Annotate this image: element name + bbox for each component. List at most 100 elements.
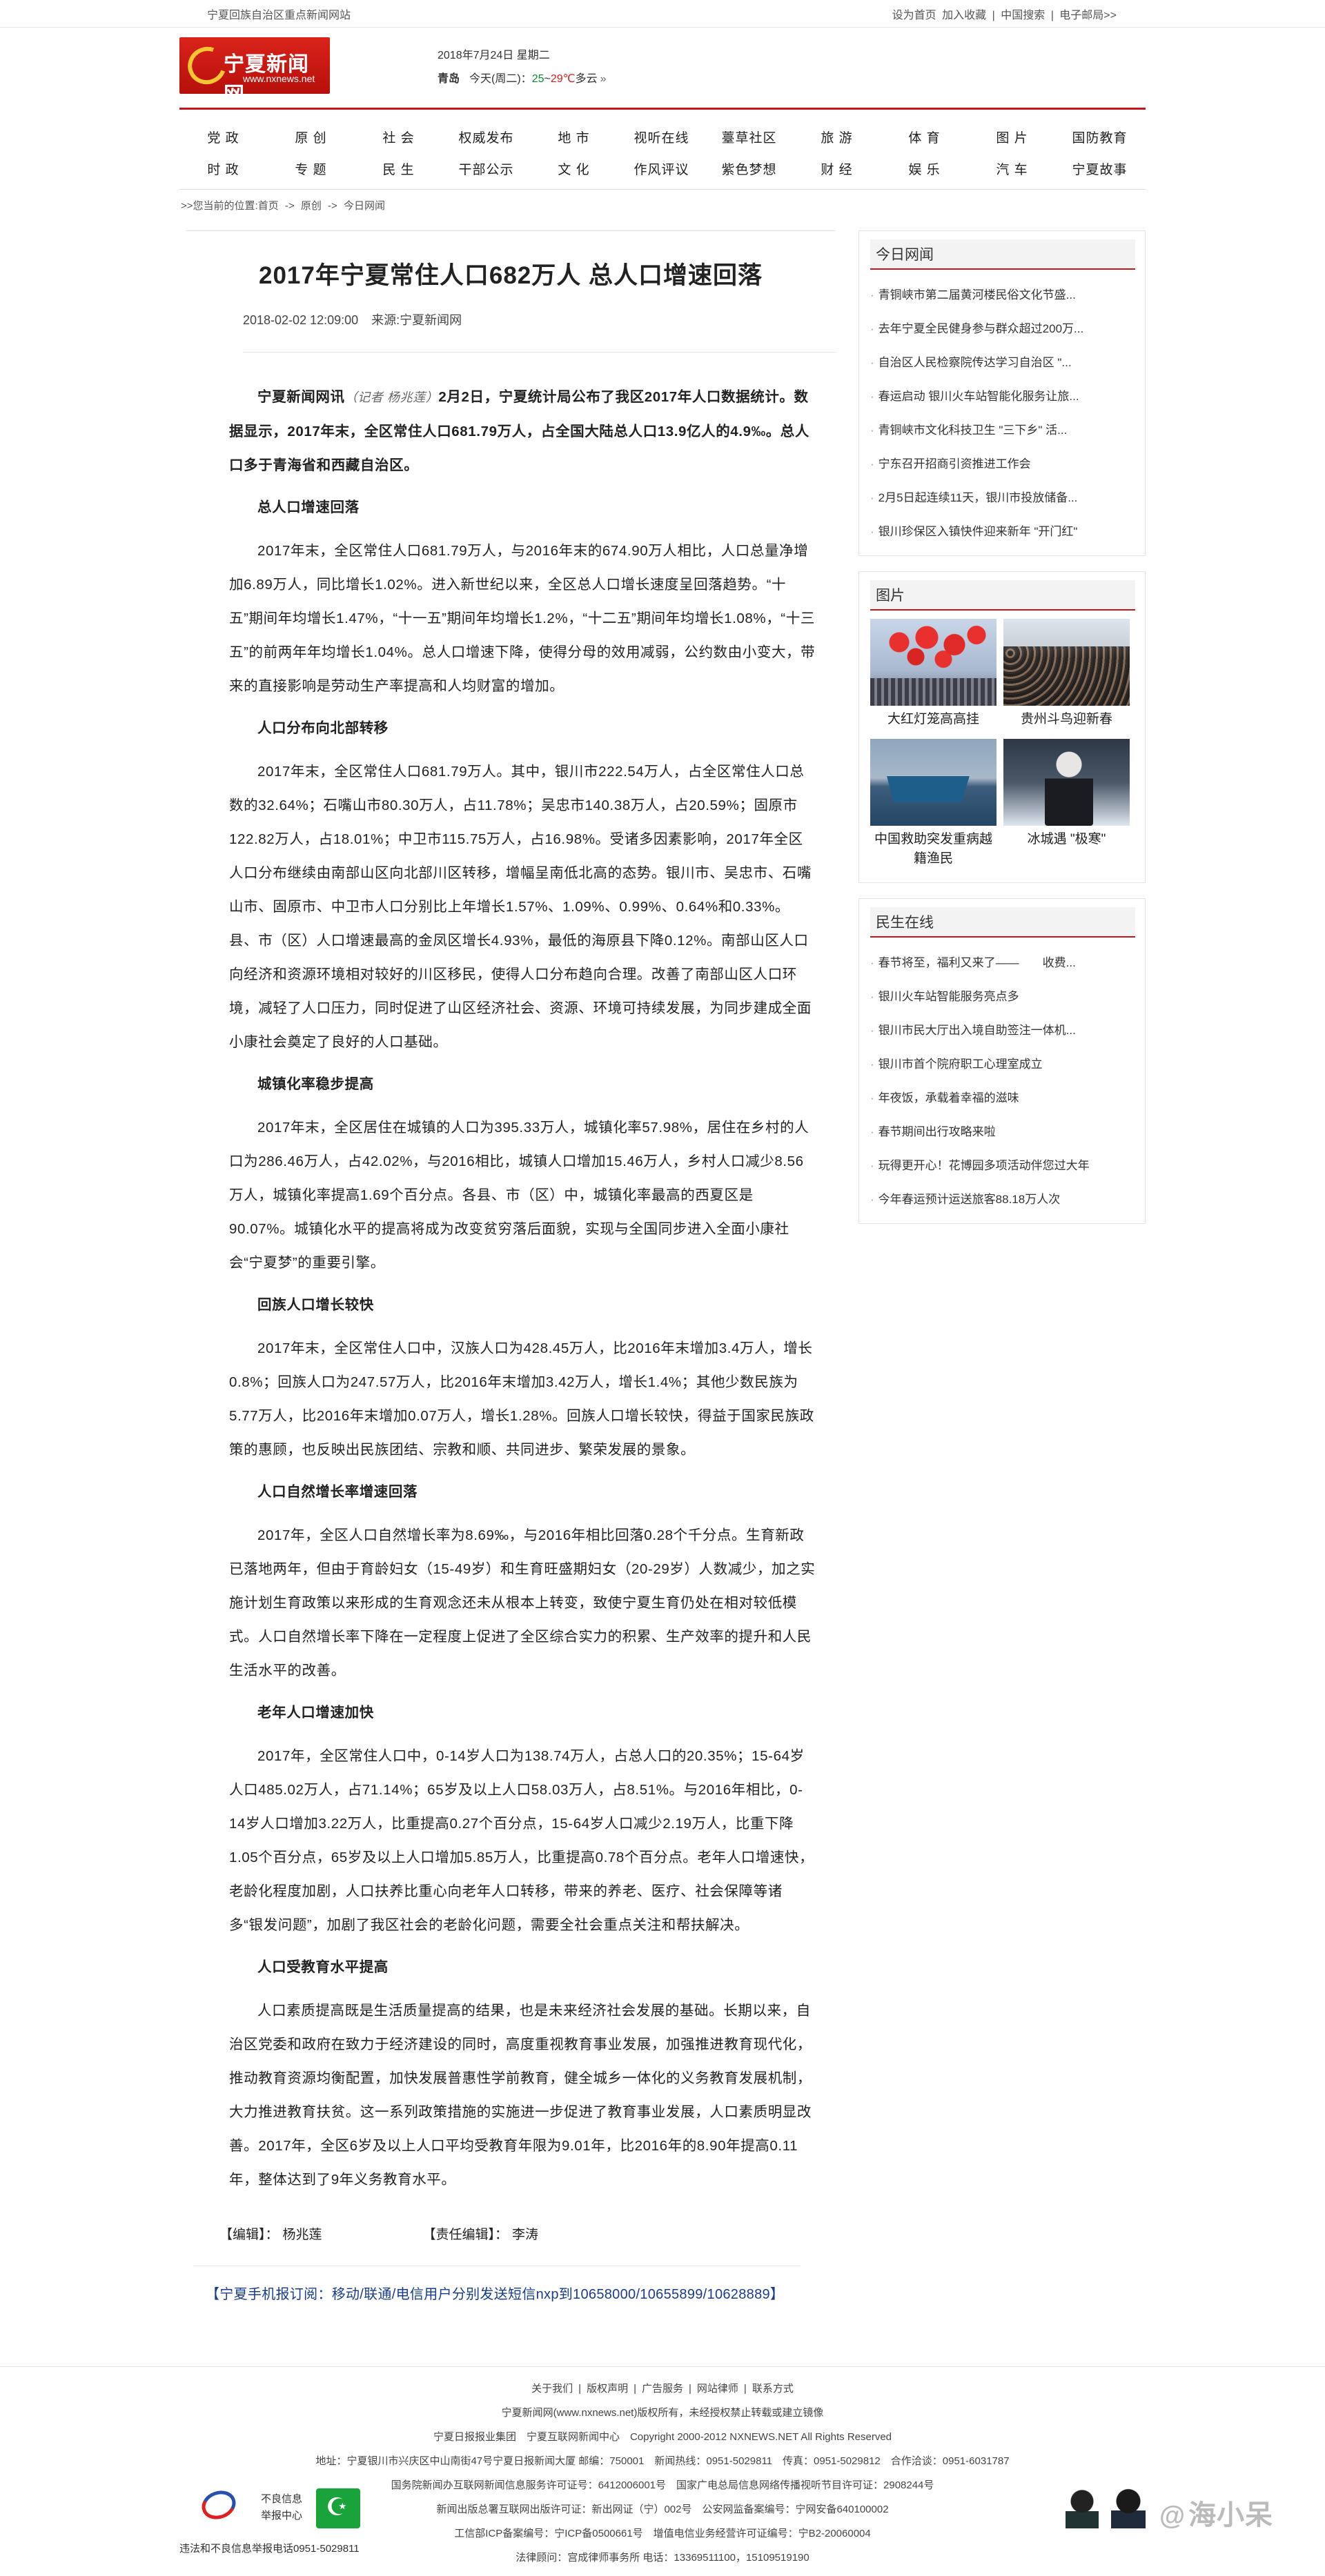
footer-link-copyright[interactable]: 版权声明 <box>587 2383 628 2395</box>
nav-item[interactable]: 体 育 <box>881 128 968 146</box>
today-news-text[interactable]: 去年宁夏全民健身参与群众超过200万... <box>879 322 1084 335</box>
site-slogan: 宁夏回族自治区重点新闻网站 <box>207 10 351 21</box>
livelihood-text[interactable]: 春节将至，福利又来了—— 收费... <box>879 956 1076 969</box>
footer-link-about[interactable]: 关于我们 <box>531 2383 573 2395</box>
footer-link-contact[interactable]: 联系方式 <box>752 2383 794 2395</box>
picture-item[interactable]: 大红灯笼高高挂 <box>870 619 997 729</box>
livelihood-text[interactable]: 玩得更开心！花博园多项活动伴您过大年 <box>879 1159 1090 1172</box>
section-heading: 人口自然增长率增速回落 <box>257 1484 418 1500</box>
logo-url: www.nxnews.net <box>243 73 315 84</box>
livelihood-text[interactable]: 春节期间出行攻略来啦 <box>879 1125 996 1138</box>
today-news-item[interactable]: · 去年宁夏全民健身参与群众超过200万... <box>870 312 1135 346</box>
picture-grid: 大红灯笼高高挂 贵州斗鸟迎新春 中国救助突发重病越籍渔民 冰城遇 "极寒" <box>870 619 1135 875</box>
nav-item[interactable]: 权威发布 <box>442 128 530 146</box>
nav-item[interactable]: 文 化 <box>530 159 618 178</box>
set-homepage-link[interactable]: 设为首页 <box>892 10 936 21</box>
picture-caption[interactable]: 中国救助突发重病越籍渔民 <box>870 830 997 869</box>
editor-label: 【编辑】： <box>219 2228 279 2242</box>
picture-caption[interactable]: 贵州斗鸟迎新春 <box>1003 710 1130 729</box>
picture-item[interactable]: 贵州斗鸟迎新春 <box>1003 619 1130 729</box>
pictures-box: 图片 大红灯笼高高挂 贵州斗鸟迎新春 中国救助突发重病越籍渔民 冰城遇 "极寒" <box>858 571 1146 883</box>
today-news-title: 今日网闻 <box>870 239 1135 270</box>
livelihood-text[interactable]: 今年春运预计运送旅客88.18万人次 <box>879 1193 1061 1206</box>
today-news-item[interactable]: · 青铜峡市文化科技卫生 "三下乡" 活... <box>870 413 1135 447</box>
livelihood-item[interactable]: · 春节期间出行攻略来啦 <box>870 1115 1135 1149</box>
today-news-text[interactable]: 自治区人民检察院传达学习自治区 "... <box>879 356 1072 369</box>
picture-caption[interactable]: 大红灯笼高高挂 <box>870 710 997 729</box>
today-news-item[interactable]: · 银川珍保区入镇快件迎来新年 "开门红" <box>870 515 1135 548</box>
livelihood-text[interactable]: 银川火车站智能服务亮点多 <box>879 990 1019 1003</box>
today-news-item[interactable]: · 自治区人民检察院传达学习自治区 "... <box>870 346 1135 379</box>
breadcrumb-today[interactable]: 今日网闻 <box>344 200 385 212</box>
today-news-item[interactable]: · 2月5日起连续11天，银川市投放储备... <box>870 481 1135 515</box>
lanterns-photo[interactable] <box>870 619 997 706</box>
nav-item[interactable]: 社 会 <box>355 128 442 146</box>
section-paragraph: 人口素质提高既是生活质量提高的结果，也是未来经济社会发展的基础。长期以来，自治区… <box>229 2003 812 2188</box>
bird-festival-photo[interactable] <box>1003 619 1130 706</box>
article-body: 宁夏新闻网讯（记者 杨兆莲）2月2日，宁夏统计局公布了我区2017年人口数据统计… <box>229 380 816 2197</box>
nav-item[interactable]: 党 政 <box>179 128 267 146</box>
nav-item[interactable]: 视听在线 <box>618 128 705 146</box>
china-search-link[interactable]: 中国搜索 <box>1001 10 1045 21</box>
site-logo[interactable]: 宁夏新闻网 www.nxnews.net <box>179 37 330 106</box>
nav-row-1: 党 政 原 创 社 会 权威发布 地 市 视听在线 薹草社区 旅 游 体 育 图… <box>179 121 1146 152</box>
weather-more-icon[interactable]: » <box>600 73 607 85</box>
nav-item[interactable]: 薹草社区 <box>705 128 793 146</box>
today-news-text[interactable]: 宁东召开招商引资推进工作会 <box>879 457 1031 470</box>
today-news-item[interactable]: · 宁东召开招商引资推进工作会 <box>870 447 1135 481</box>
police-badge-icon[interactable] <box>316 2488 360 2528</box>
nav-item[interactable]: 国防教育 <box>1056 128 1144 146</box>
nav-item[interactable]: 汽 车 <box>968 159 1056 178</box>
livelihood-item[interactable]: · 银川火车站智能服务亮点多 <box>870 980 1135 1013</box>
nav-item[interactable]: 旅 游 <box>793 128 881 146</box>
today-news-item[interactable]: · 青铜峡市第二届黄河楼民俗文化节盛... <box>870 278 1135 312</box>
top-links: 设为首页 加入收藏 | 中国搜索 | 电子邮局>> <box>863 6 1146 22</box>
today-news-text[interactable]: 青铜峡市文化科技卫生 "三下乡" 活... <box>879 424 1068 437</box>
picture-item[interactable]: 中国救助突发重病越籍渔民 <box>870 739 997 869</box>
livelihood-item[interactable]: · 银川市民大厅出入境自助签注一体机... <box>870 1013 1135 1047</box>
cold-weather-photo[interactable] <box>1003 739 1130 826</box>
livelihood-item[interactable]: · 年夜饭，承载着幸福的滋味 <box>870 1081 1135 1115</box>
report-center-text[interactable]: 不良信息 举报中心 <box>261 2491 302 2524</box>
livelihood-item[interactable]: · 春节将至，福利又来了—— 收费... <box>870 946 1135 980</box>
livelihood-text[interactable]: 银川市首个院府职工心理室成立 <box>879 1058 1043 1071</box>
footer-link-ads[interactable]: 广告服务 <box>642 2383 683 2395</box>
nav-item[interactable]: 财 经 <box>793 159 881 178</box>
nav-item[interactable]: 宁夏故事 <box>1056 159 1144 178</box>
livelihood-item[interactable]: · 玩得更开心！花博园多项活动伴您过大年 <box>870 1149 1135 1182</box>
nav-item[interactable]: 紫色梦想 <box>705 159 793 178</box>
livelihood-text[interactable]: 年夜饭，承载着幸福的滋味 <box>879 1091 1019 1104</box>
breadcrumb-original[interactable]: 原创 <box>301 200 322 212</box>
footer-link-lawyer[interactable]: 网站律师 <box>697 2383 738 2395</box>
email-link[interactable]: 电子邮局>> <box>1059 10 1117 21</box>
today-news-text[interactable]: 春运启动 银川火车站智能化服务让旅... <box>879 390 1079 403</box>
livelihood-item[interactable]: · 银川市首个院府职工心理室成立 <box>870 1047 1135 1081</box>
weather-desc: 多云 <box>575 73 598 85</box>
weather-city[interactable]: 青岛 <box>438 73 460 85</box>
nav-item[interactable]: 图 片 <box>968 128 1056 146</box>
nav-item[interactable]: 干部公示 <box>442 159 530 178</box>
picture-item[interactable]: 冰城遇 "极寒" <box>1003 739 1130 869</box>
mobile-subscribe-notice: 【宁夏手机报订阅：移动/联通/电信用户分别发送短信nxp到10658000/10… <box>206 2287 785 2302</box>
nav-item[interactable]: 民 生 <box>355 159 442 178</box>
nav-item[interactable]: 专 题 <box>267 159 355 178</box>
rescue-ship-photo[interactable] <box>870 739 997 826</box>
nav-item[interactable]: 作风评议 <box>618 159 705 178</box>
today-news-text[interactable]: 青铜峡市第二届黄河楼民俗文化节盛... <box>879 288 1076 301</box>
today-news-item[interactable]: · 春运启动 银川火车站智能化服务让旅... <box>870 379 1135 413</box>
picture-caption[interactable]: 冰城遇 "极寒" <box>1003 830 1130 849</box>
nav-item[interactable]: 时 政 <box>179 159 267 178</box>
today-news-text[interactable]: 银川珍保区入镇快件迎来新年 "开门红" <box>879 525 1078 538</box>
livelihood-text[interactable]: 银川市民大厅出入境自助签注一体机... <box>879 1024 1076 1037</box>
report-phone: 违法和不良信息举报电话0951-5029811 <box>179 2543 360 2555</box>
nav-item[interactable]: 原 创 <box>267 128 355 146</box>
site-footer: 关于我们 | 版权声明 | 广告服务 | 网站律师 | 联系方式 宁夏新闻网(www.nxnew… <box>0 2366 1325 2576</box>
report-center-icon[interactable] <box>197 2486 250 2530</box>
add-favorite-link[interactable]: 加入收藏 <box>942 10 986 21</box>
nav-item[interactable]: 娱 乐 <box>881 159 968 178</box>
article-source: 来源:宁夏新闻网 <box>371 313 462 327</box>
livelihood-item[interactable]: · 今年春运预计运送旅客88.18万人次 <box>870 1182 1135 1216</box>
today-news-text[interactable]: 2月5日起连续11天，银川市投放储备... <box>879 491 1078 504</box>
breadcrumb-home[interactable]: >>您当前的位置:首页 <box>181 200 279 212</box>
nav-item[interactable]: 地 市 <box>530 128 618 146</box>
